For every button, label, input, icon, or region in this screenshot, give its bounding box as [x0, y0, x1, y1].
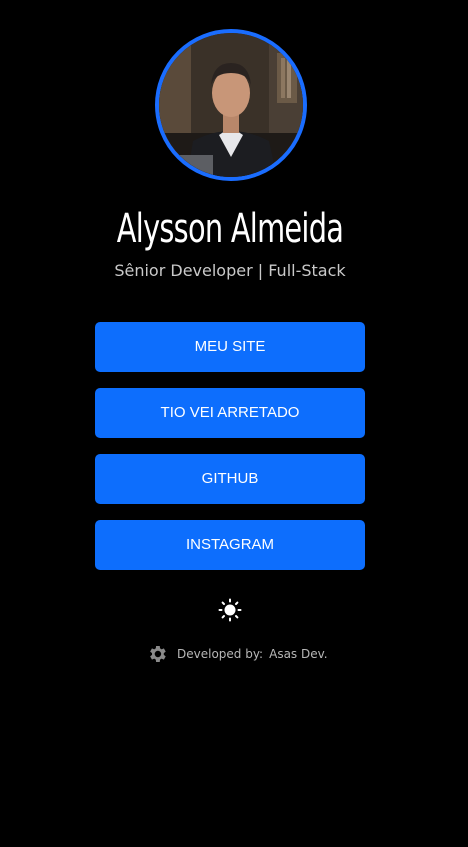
- profile-name: Alysson Almeida: [116, 206, 344, 252]
- avatar-photo: [159, 33, 303, 177]
- footer-label: Developed by:: [177, 647, 264, 661]
- sun-icon[interactable]: [218, 598, 242, 622]
- developer-name: Asas Dev.: [269, 647, 328, 661]
- profile-role: Sênior Developer | Full-Stack: [114, 261, 346, 280]
- tio-vei-arretado-button[interactable]: TIO VEI ARRETADO: [95, 388, 365, 438]
- footer-credit: Developed by: Asas Dev.: [146, 642, 328, 666]
- avatar: [155, 29, 307, 181]
- meu-site-button[interactable]: MEU SITE: [95, 322, 365, 372]
- profile-page: Alysson Almeida Sênior Developer | Full-…: [0, 0, 468, 847]
- github-button[interactable]: GITHUB: [95, 454, 365, 504]
- gear-icon: [150, 646, 166, 662]
- instagram-button[interactable]: INSTAGRAM: [95, 520, 365, 570]
